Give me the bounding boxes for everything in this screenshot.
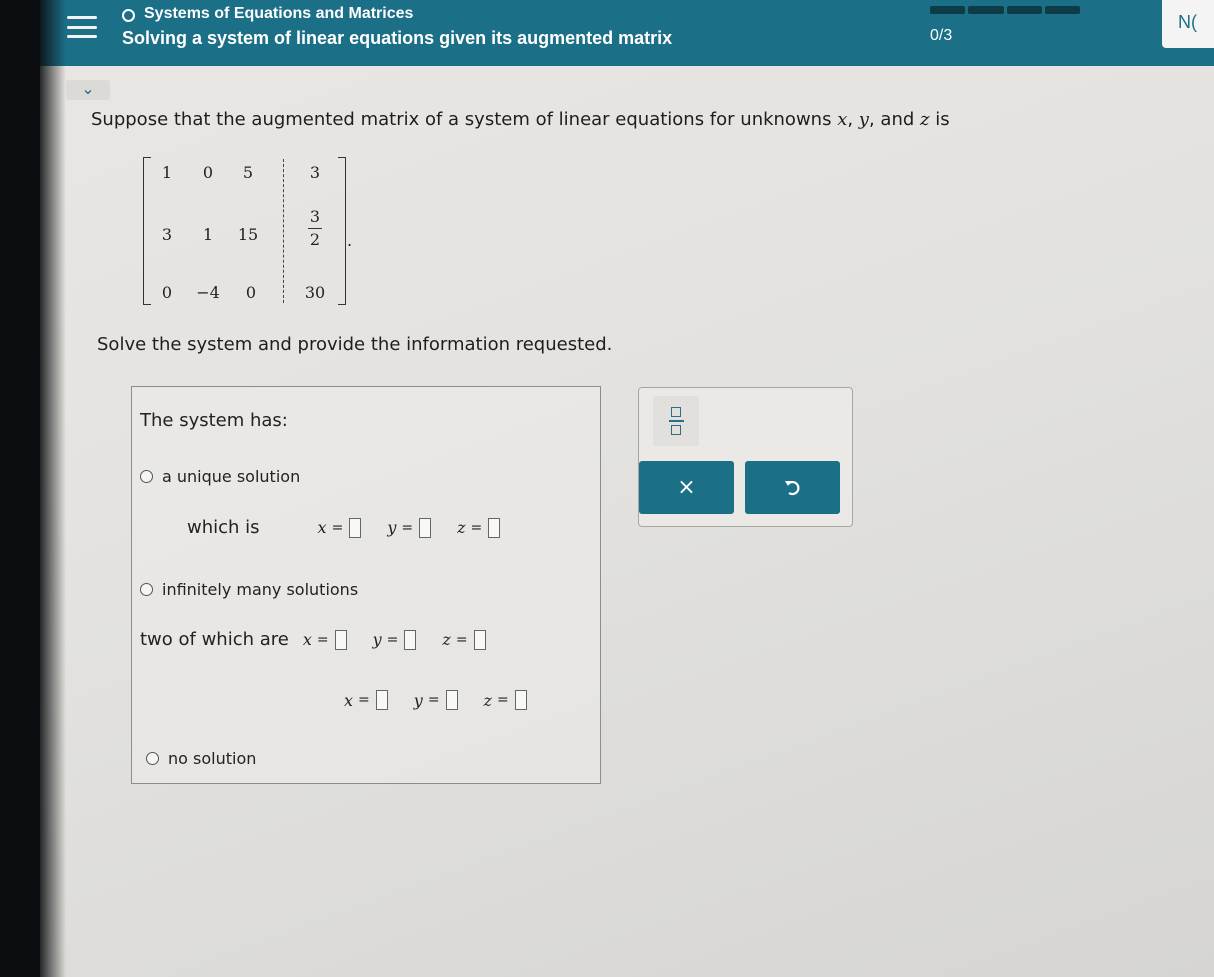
instruction-text: Solve the system and provide the informa…: [97, 334, 613, 355]
topic-title: Systems of Equations and Matrices: [144, 5, 414, 22]
clear-button[interactable]: ×: [639, 461, 734, 514]
answer-panel: The system has: a unique solution which …: [131, 386, 601, 784]
infinite-solution-row-1: two of which are x = y = z =: [140, 629, 512, 650]
radio-unique[interactable]: [140, 470, 153, 483]
y-var: y: [413, 690, 423, 710]
x-var: x: [344, 690, 354, 710]
right-bracket: [338, 157, 346, 305]
undo-button[interactable]: [745, 461, 840, 514]
option-no-solution[interactable]: no solution: [146, 749, 256, 768]
equals: =: [455, 631, 468, 648]
matrix-cell: 3: [309, 163, 321, 182]
augment-divider: [283, 159, 284, 303]
equals: =: [358, 692, 370, 708]
matrix-cell: 0: [245, 283, 257, 302]
option-label: infinitely many solutions: [162, 580, 359, 599]
x-var: x: [302, 630, 312, 649]
matrix-cell: 15: [237, 225, 259, 244]
matrix-fraction: 32: [308, 207, 322, 250]
z-var: z: [442, 630, 451, 649]
z-var: z: [457, 518, 466, 537]
equals: =: [470, 519, 483, 536]
math-tools-panel: ×: [638, 387, 853, 527]
unique-solution-row: which is x = y = z =: [187, 517, 526, 538]
matrix-cell: 0: [202, 163, 214, 182]
equals: =: [316, 631, 329, 648]
x-answer-input[interactable]: [349, 517, 362, 538]
radio-infinite[interactable]: [140, 583, 153, 596]
augmented-matrix: 1 0 5 3 3 1 15 32 0 −4 0 30 .: [143, 153, 363, 305]
equals: =: [427, 692, 440, 708]
matrix-cell: 3: [161, 225, 173, 244]
y-var: y: [387, 518, 397, 537]
infinite-solution-row-2: x = y = z =: [344, 690, 553, 710]
equals: =: [401, 519, 414, 536]
equals: =: [386, 631, 399, 648]
x1-answer-input[interactable]: [334, 629, 347, 650]
z1-answer-input[interactable]: [473, 629, 486, 650]
option-label: a unique solution: [162, 467, 301, 486]
y-answer-input[interactable]: [419, 517, 432, 538]
x2-answer-input[interactable]: [375, 690, 388, 710]
answer-heading: The system has:: [140, 410, 288, 431]
fraction-icon[interactable]: [653, 396, 699, 446]
matrix-cell: 1: [202, 225, 214, 244]
menu-icon[interactable]: [64, 12, 100, 42]
y2-answer-input[interactable]: [445, 690, 458, 710]
z-answer-input[interactable]: [488, 517, 501, 538]
z2-answer-input[interactable]: [514, 690, 527, 710]
matrix-period: .: [347, 231, 353, 250]
progress-score: 0/3: [930, 27, 953, 44]
undo-icon: [784, 480, 799, 495]
y-var: y: [372, 630, 382, 649]
header-right-button[interactable]: N(: [1162, 0, 1214, 48]
progress-bar: [930, 6, 1080, 14]
lesson-title: Solving a system of linear equations giv…: [122, 28, 673, 48]
radio-no-solution[interactable]: [146, 752, 159, 765]
matrix-cell: 0: [161, 283, 173, 302]
question-text: Suppose that the augmented matrix of a s…: [91, 109, 950, 130]
option-infinite-solutions[interactable]: infinitely many solutions: [140, 580, 358, 599]
matrix-cell: −4: [196, 283, 220, 302]
matrix-cell: 1: [161, 163, 173, 182]
two-of-which-label: two of which are: [140, 629, 289, 650]
equals: =: [331, 519, 344, 536]
collapse-button[interactable]: ⌄: [66, 80, 110, 100]
top-bar: Systems of Equations and Matrices Solvin…: [40, 0, 1214, 66]
matrix-cell: 30: [304, 283, 326, 302]
option-label: no solution: [168, 749, 257, 768]
chevron-down-icon: ⌄: [81, 79, 95, 98]
which-is-label: which is: [187, 517, 260, 538]
equals: =: [496, 692, 509, 708]
matrix-cell: 5: [242, 163, 254, 182]
z-var: z: [483, 690, 492, 710]
y1-answer-input[interactable]: [404, 629, 417, 650]
topic-radio-icon: [122, 9, 135, 22]
option-unique-solution[interactable]: a unique solution: [140, 467, 300, 486]
x-var: x: [317, 518, 327, 537]
